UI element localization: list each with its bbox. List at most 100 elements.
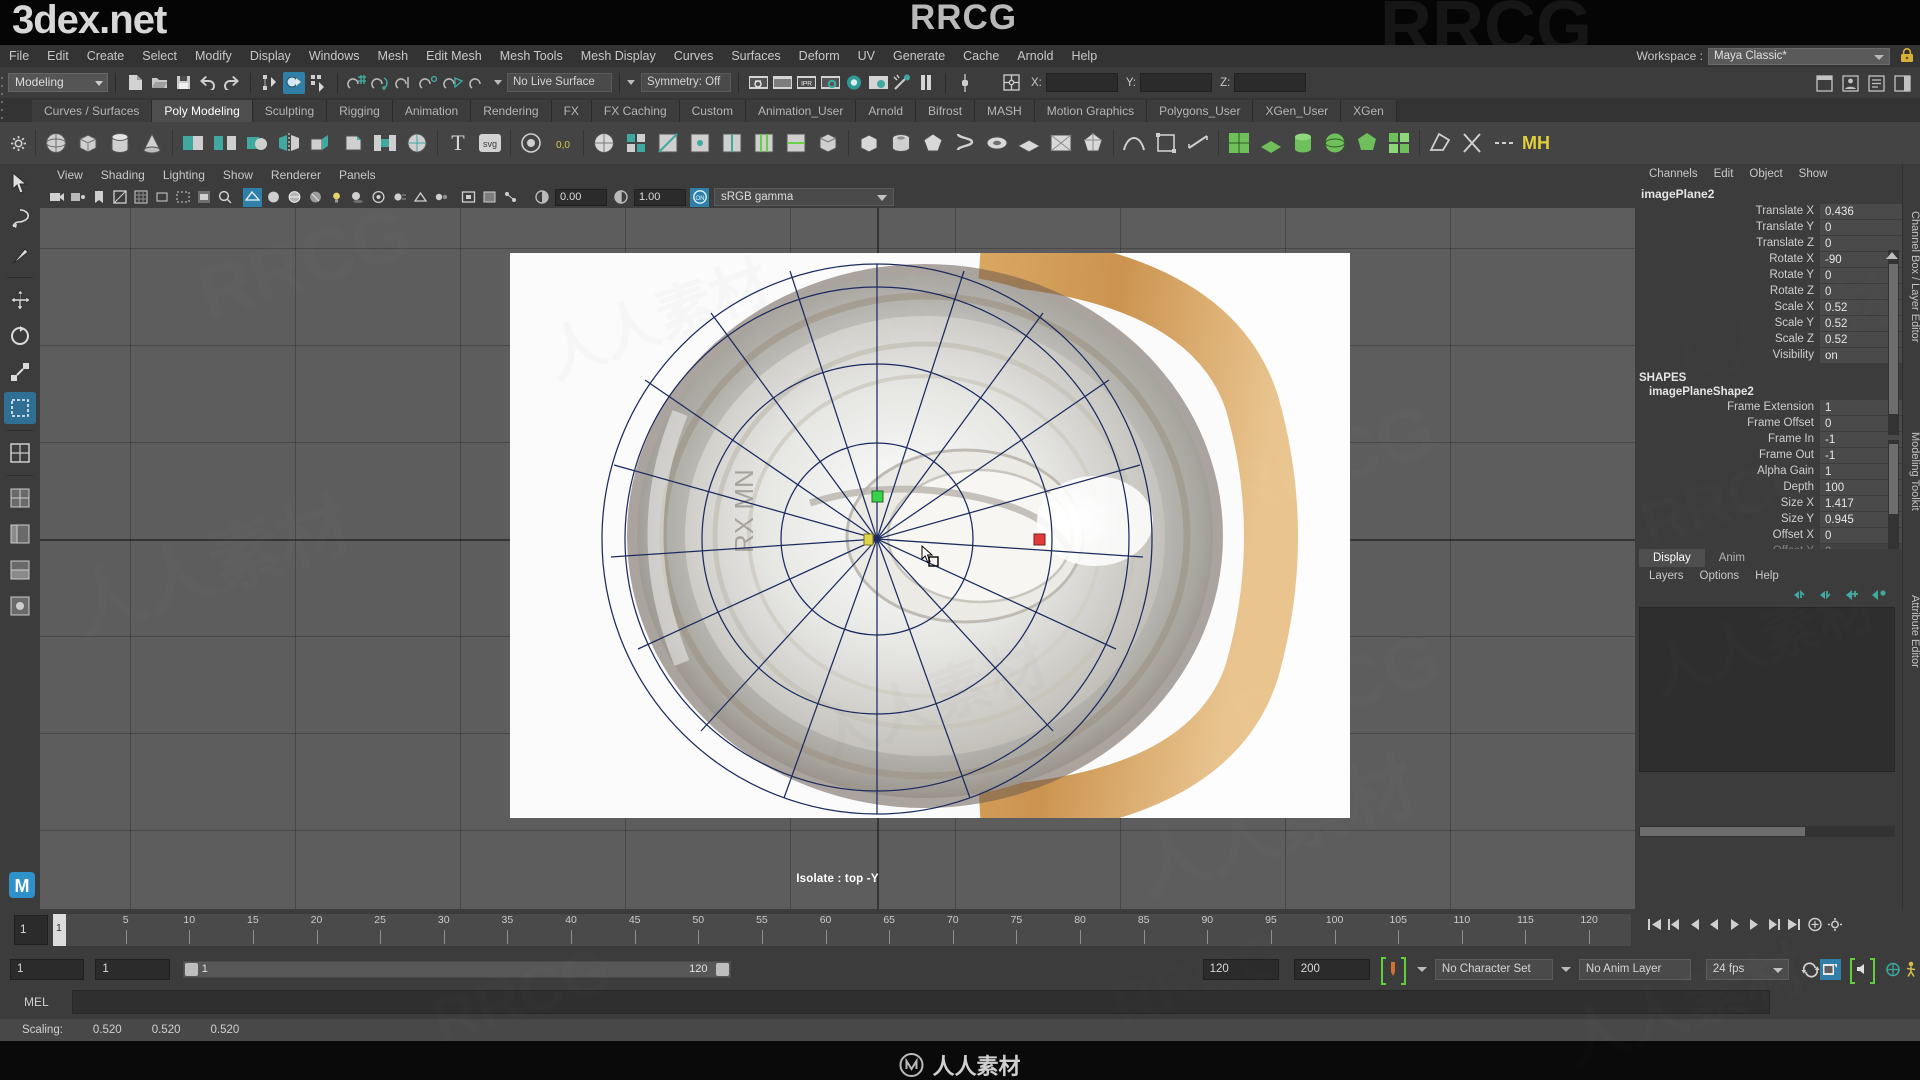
shelf-tab-fx-caching[interactable]: FX Caching: [591, 100, 680, 122]
shelf-poly-disc-icon[interactable]: [1046, 128, 1076, 158]
show-hide-channel-box-icon[interactable]: [1891, 72, 1913, 94]
shelf-poly-cube-2-icon[interactable]: [854, 128, 884, 158]
channel-row-scale-z[interactable]: Scale Z 0.52: [1635, 331, 1902, 347]
channel-row-translate-x[interactable]: Translate X 0.436: [1635, 203, 1902, 219]
channel-box-menu-edit[interactable]: Edit: [1706, 164, 1742, 184]
layer-list[interactable]: [1639, 607, 1895, 772]
scale-tool-icon[interactable]: [4, 356, 36, 388]
channel-value[interactable]: 0.436: [1820, 203, 1902, 219]
show-hide-tool-settings-icon[interactable]: [1865, 72, 1887, 94]
anim-end-field[interactable]: 200: [1293, 958, 1370, 980]
paint-select-tool-icon[interactable]: [4, 239, 36, 271]
viewport-menu-view[interactable]: View: [48, 164, 92, 186]
shelf-polygon-sphere-icon[interactable]: [41, 128, 71, 158]
shadows-icon[interactable]: [348, 188, 367, 207]
channel-box-menu-object[interactable]: Object: [1741, 164, 1790, 184]
exposure-reset-icon[interactable]: [532, 188, 551, 207]
shelf-tab-sculpting[interactable]: Sculpting: [252, 100, 328, 122]
anim-layer-chevron-icon[interactable]: [1560, 966, 1571, 972]
shelf-snap-origin-icon[interactable]: 0,0: [548, 128, 578, 158]
coord-z-input[interactable]: [1234, 73, 1307, 92]
single-perspective-layout-icon[interactable]: [4, 437, 36, 469]
shelf-soft-select-icon[interactable]: [1119, 128, 1149, 158]
menu-select[interactable]: Select: [133, 45, 186, 67]
render-sequence-icon[interactable]: [771, 72, 793, 94]
shelf-poly-helix-icon[interactable]: [950, 128, 980, 158]
snap-options-chevron-icon[interactable]: [494, 80, 502, 85]
toggle-field-icon[interactable]: [954, 72, 976, 94]
two-d-pan-zoom-icon[interactable]: [215, 188, 234, 207]
shelf-tab-xgen-user[interactable]: XGen_User: [1253, 100, 1342, 122]
smooth-shade-wireframe-icon[interactable]: [285, 188, 304, 207]
channel-row-alpha-gain[interactable]: Alpha Gain 1: [1635, 463, 1902, 479]
shelf-svg-icon[interactable]: svg: [475, 128, 505, 158]
vtab-modeling-toolkit[interactable]: Modeling Toolkit: [1903, 396, 1920, 546]
play-backwards-icon[interactable]: [1705, 915, 1724, 934]
menu-mesh-tools[interactable]: Mesh Tools: [491, 45, 572, 67]
character-set-chevron-icon[interactable]: [1416, 966, 1427, 972]
viewport-menu-lighting[interactable]: Lighting: [154, 164, 214, 186]
shelf-connect-icon[interactable]: [781, 128, 811, 158]
menu-windows[interactable]: Windows: [300, 45, 369, 67]
layer-tab-anim[interactable]: Anim: [1704, 549, 1759, 567]
lasso-tool-icon[interactable]: [4, 203, 36, 235]
open-scene-button[interactable]: [148, 72, 170, 94]
step-back-key-icon[interactable]: [1665, 915, 1684, 934]
wireframe-shading-icon[interactable]: [243, 187, 262, 207]
channel-box-scrollbar[interactable]: [1888, 250, 1899, 435]
range-slider-track[interactable]: 1 120: [182, 960, 731, 978]
resolution-gate-icon[interactable]: [173, 188, 192, 207]
render-view-icon[interactable]: [867, 72, 889, 94]
layer-menu-options[interactable]: Options: [1692, 567, 1748, 585]
shelf-bridge-icon[interactable]: [370, 128, 400, 158]
layer-menu-help[interactable]: Help: [1747, 567, 1787, 585]
vtab-channel-box-layer-editor[interactable]: Channel Box / Layer Editor: [1903, 168, 1920, 386]
shelf-measure-icon[interactable]: [1183, 128, 1213, 158]
move-layer-down-icon[interactable]: [1819, 588, 1836, 601]
bookmark-icon[interactable]: [89, 188, 108, 207]
workspace-dropdown[interactable]: Maya Classic*: [1708, 47, 1890, 65]
menu-display[interactable]: Display: [241, 45, 300, 67]
channel-row-frame-extension[interactable]: Frame Extension 1: [1635, 399, 1902, 415]
make-live-icon[interactable]: [466, 72, 488, 94]
snap-to-curve-icon[interactable]: [370, 72, 392, 94]
film-gate-icon[interactable]: [152, 188, 171, 207]
sound-toggle[interactable]: [1849, 958, 1875, 984]
shelf-tab-xgen[interactable]: XGen: [1341, 100, 1397, 122]
anim-start-field[interactable]: 120: [1202, 958, 1279, 980]
shelf-transform-icon[interactable]: [1151, 128, 1181, 158]
go-to-start-icon[interactable]: [1645, 915, 1664, 934]
screen-space-ao-icon[interactable]: [369, 188, 388, 207]
undo-button[interactable]: [196, 72, 218, 94]
light-linking-icon[interactable]: [891, 72, 913, 94]
shelf-tab-animation[interactable]: Animation: [392, 100, 472, 122]
scrollbar-thumb[interactable]: [1889, 264, 1898, 414]
shelf-tab-curves-surfaces[interactable]: Curves / Surfaces: [32, 100, 153, 122]
command-language-label[interactable]: MEL: [24, 995, 72, 1009]
shelf-sew-uv-icon[interactable]: [1489, 128, 1519, 158]
shelf-cut-uv-icon[interactable]: [1457, 128, 1487, 158]
channel-row-rotate-x[interactable]: Rotate X -90: [1635, 251, 1902, 267]
shelf-polygon-cylinder-icon[interactable]: [105, 128, 135, 158]
playback-loop-icon[interactable]: [1801, 960, 1820, 979]
color-profile-dropdown[interactable]: sRGB gamma: [714, 188, 894, 206]
move-tool-icon[interactable]: [4, 284, 36, 316]
live-surface-field[interactable]: No Live Surface: [507, 73, 612, 92]
channel-row-size-y[interactable]: Size Y 0.945: [1635, 511, 1902, 527]
select-by-hierarchy-button[interactable]: [259, 72, 281, 94]
vtab-attribute-editor[interactable]: Attribute Editor: [1903, 556, 1920, 706]
shelf-insert-edge-loop-icon[interactable]: [717, 128, 747, 158]
anim-layer-dropdown[interactable]: No Anim Layer: [1578, 958, 1691, 980]
shelf-mirror-icon[interactable]: [274, 128, 304, 158]
animation-preferences-icon[interactable]: [1825, 915, 1844, 934]
shelf-tab-polygons-user[interactable]: Polygons_User: [1147, 100, 1254, 122]
layer-list-hscrollbar[interactable]: [1639, 826, 1895, 837]
gate-mask-icon[interactable]: [194, 188, 213, 207]
coord-y-input[interactable]: [1140, 73, 1213, 92]
smooth-shade-all-icon[interactable]: [264, 188, 283, 207]
color-management-toggle-icon[interactable]: ON: [690, 187, 709, 207]
viewport-menu-show[interactable]: Show: [214, 164, 262, 186]
shelf-tab-rendering[interactable]: Rendering: [471, 100, 552, 122]
fps-dropdown[interactable]: 24 fps: [1705, 958, 1790, 980]
channel-row-scale-y[interactable]: Scale Y 0.52: [1635, 315, 1902, 331]
